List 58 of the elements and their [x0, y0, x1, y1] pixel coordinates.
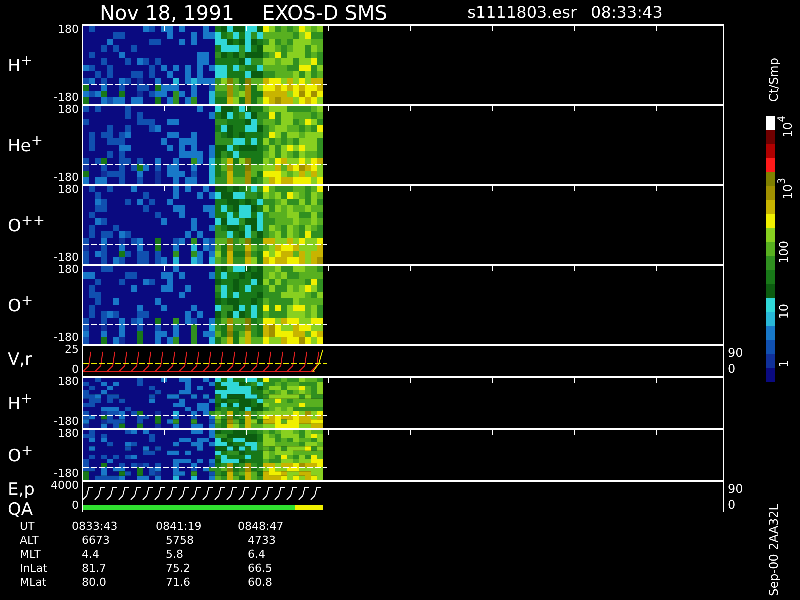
orbit-value: 0841:19	[156, 520, 203, 534]
panel-label: H$^{+}$	[8, 390, 34, 415]
axis-tick-label: 180	[58, 428, 79, 440]
axis-tick-label: 180	[58, 376, 79, 388]
plot-date: Nov 18, 1991	[100, 2, 234, 24]
orbit-value: 6673	[81, 534, 111, 548]
panel-label: O$^{++}$	[8, 212, 44, 237]
orbit-value: 60.8	[247, 576, 274, 590]
axis-tick-label: -180	[54, 332, 79, 344]
panel-label: O$^{+}$	[8, 292, 34, 317]
file-name: s1111803.esr	[468, 2, 578, 24]
panel-label: H$^{+}$	[8, 52, 34, 77]
orbit-row-label: InLat	[20, 562, 48, 576]
orbit-row-label: MLat	[20, 576, 48, 590]
panel-label: O$^{+}$	[8, 442, 34, 467]
axis-tick-label: 0	[728, 498, 737, 512]
axis-tick-label: 90	[728, 346, 744, 360]
colorbar-tick-label: 1	[776, 360, 792, 368]
orbit-value: 0848:47	[238, 520, 285, 534]
orbit-value: 5.8	[165, 548, 184, 562]
axis-tick-label: 25	[65, 344, 79, 356]
orbit-value: 6.4	[247, 548, 266, 562]
axis-tick-label: 180	[58, 24, 79, 36]
panel-label: QA	[8, 500, 34, 520]
axis-tick-label: 0	[72, 500, 79, 512]
panel-label: V,r	[8, 350, 34, 370]
orbit-row-label: UT	[20, 520, 36, 534]
axis-tick-label: 0	[72, 364, 79, 376]
axis-tick-label: -180	[54, 468, 79, 480]
axis-tick-label: 0	[728, 362, 737, 376]
panel-label: E,p	[8, 480, 36, 500]
colorbar-tick-label: 100	[776, 240, 792, 264]
orbit-value: 71.6	[165, 576, 192, 590]
axis-tick-label: 90	[728, 482, 744, 496]
orbit-value: 0833:43	[72, 520, 119, 534]
axis-tick-label: 4000	[51, 480, 79, 492]
orbit-value: 4733	[247, 534, 277, 548]
axis-tick-label: 180	[58, 264, 79, 276]
orbit-value: 5758	[165, 534, 195, 548]
panel-label: He$^{+}$	[8, 132, 44, 157]
colorbar-tick-label: 10	[776, 304, 792, 320]
orbit-value: 81.7	[81, 562, 108, 576]
axis-tick-label: -180	[54, 172, 79, 184]
version-label: Sep-00 2AA32L	[767, 504, 781, 596]
colorbar-unit: Ct/Smp	[767, 58, 781, 102]
orbit-value: 75.2	[165, 562, 192, 576]
start-time: 08:33:43	[591, 2, 663, 24]
axis-tick-label: -180	[54, 92, 79, 104]
axis-tick-label: 180	[58, 184, 79, 196]
axis-tick-label: -180	[54, 416, 79, 428]
orbit-value: 66.5	[247, 562, 274, 576]
orbit-row-label: MLT	[20, 548, 42, 562]
axis-tick-label: -180	[54, 252, 79, 264]
orbit-row-label: ALT	[20, 534, 40, 548]
orbit-value: 4.4	[81, 548, 100, 562]
axis-tick-label: 180	[58, 104, 79, 116]
instrument-title: EXOS-D SMS	[262, 2, 388, 24]
orbit-value: 80.0	[81, 576, 108, 590]
